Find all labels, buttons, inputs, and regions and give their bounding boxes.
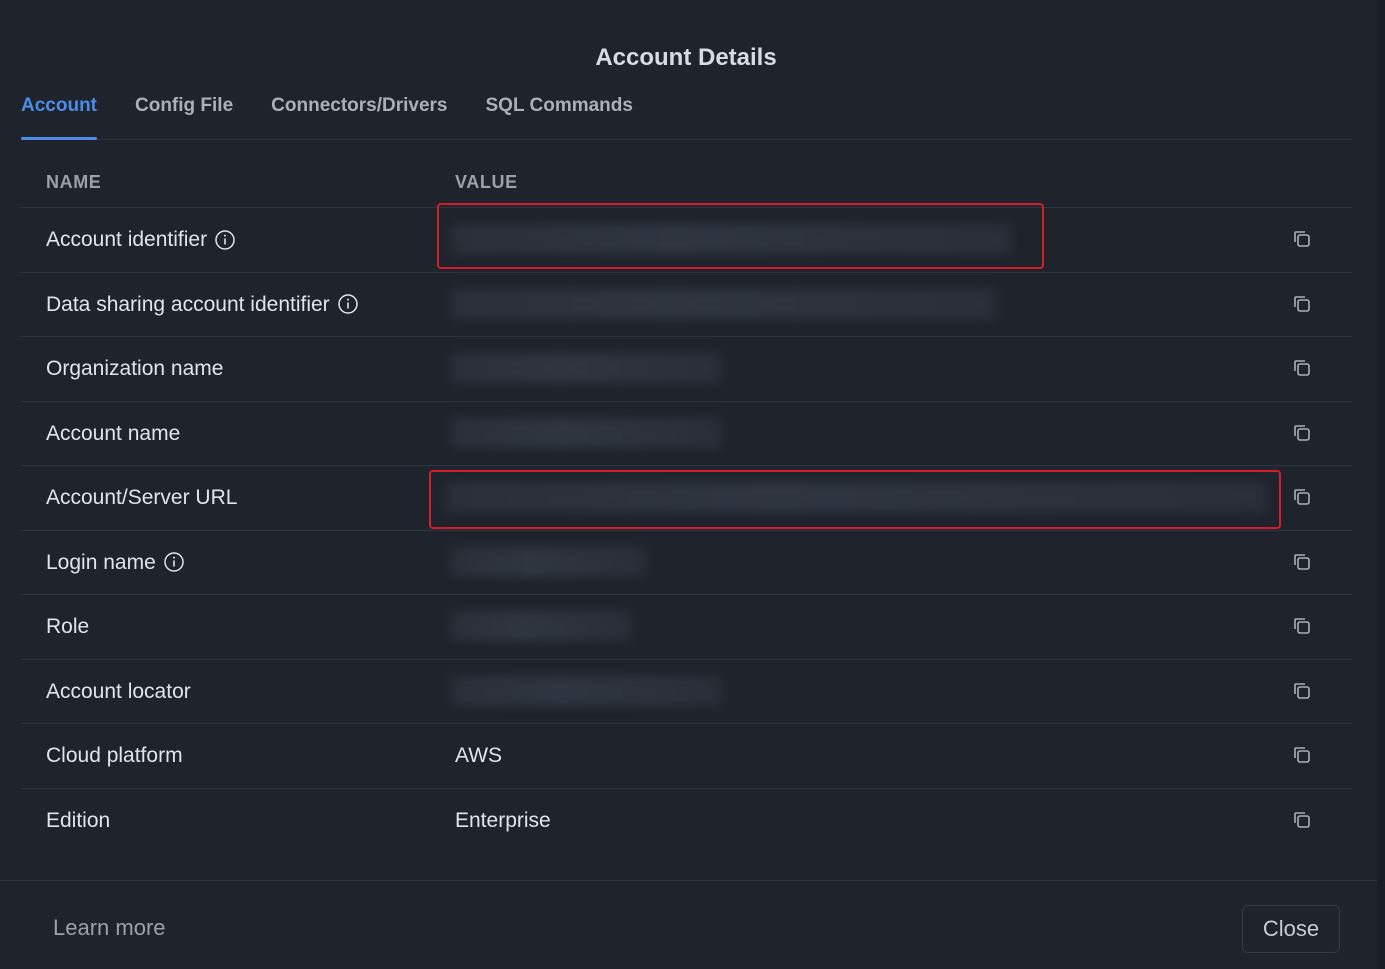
table-row: Edition Enterprise: [21, 789, 1352, 853]
column-header-value: VALUE: [455, 172, 518, 192]
row-name-cell: Organization name: [46, 337, 223, 400]
close-button[interactable]: Close: [1242, 905, 1340, 953]
tab-connectors-drivers[interactable]: Connectors/Drivers: [271, 84, 447, 139]
table-header: NAME VALUE: [21, 150, 1352, 208]
row-label: Login name: [46, 550, 156, 574]
tab-config-file[interactable]: Config File: [135, 84, 233, 139]
account-details-dialog: Account Details Account Config File Conn…: [0, 0, 1385, 969]
copy-icon[interactable]: [1292, 810, 1312, 830]
row-label: Account name: [46, 421, 181, 445]
row-label: Cloud platform: [46, 744, 183, 767]
table-row: Account locator: [21, 660, 1352, 724]
redacted-value: [451, 546, 646, 577]
learn-more-link[interactable]: Learn more: [53, 915, 166, 941]
row-name-cell: Account/Server URL: [46, 466, 237, 529]
row-name-cell: Account name: [46, 402, 180, 465]
row-value: AWS: [455, 744, 503, 767]
row-label: Organization name: [46, 357, 224, 380]
row-label: Role: [46, 615, 90, 638]
redacted-value: [451, 675, 721, 706]
row-label: Data sharing account identifier: [46, 292, 330, 316]
table-row: Account identifier: [21, 203, 1352, 273]
table-row: Login name: [21, 531, 1352, 595]
copy-icon[interactable]: [1292, 229, 1312, 249]
table-row: Organization name: [21, 337, 1352, 402]
copy-icon[interactable]: [1292, 487, 1312, 507]
row-name-cell: Edition: [46, 789, 110, 852]
account-details-table: NAME VALUE Account identifier Data shari…: [21, 150, 1352, 852]
row-name-cell: Account identifier: [46, 208, 235, 271]
table-row: Cloud platform AWS: [21, 724, 1352, 789]
row-label: Account/Server URL: [46, 486, 238, 509]
table-row: Role: [21, 595, 1352, 660]
dialog-title: Account Details: [595, 44, 777, 71]
tab-bar: Account Config File Connectors/Drivers S…: [21, 84, 1352, 140]
copy-icon[interactable]: [1292, 745, 1312, 765]
table-row: Data sharing account identifier: [21, 273, 1352, 337]
copy-icon[interactable]: [1292, 616, 1312, 636]
table-row: Account name: [21, 402, 1352, 466]
scrollbar-track[interactable]: [1377, 0, 1385, 969]
copy-icon[interactable]: [1292, 552, 1312, 572]
row-label: Account identifier: [46, 228, 208, 251]
redacted-value: [451, 353, 721, 383]
row-name-cell: Data sharing account identifier: [46, 273, 358, 336]
redacted-value: [451, 611, 631, 641]
row-name-cell: Account locator: [46, 660, 191, 723]
dialog-footer: Learn more Close: [0, 880, 1377, 969]
redacted-value: [451, 288, 996, 319]
row-label: Account locator: [46, 679, 191, 703]
info-circle-icon[interactable]: [215, 229, 235, 250]
tab-account[interactable]: Account: [21, 84, 97, 140]
info-circle-icon[interactable]: [164, 552, 184, 572]
info-circle-icon[interactable]: [337, 294, 358, 314]
row-name-cell: Login name: [46, 531, 184, 594]
copy-icon[interactable]: [1292, 358, 1312, 378]
row-value: Enterprise: [455, 808, 551, 832]
copy-icon[interactable]: [1292, 423, 1312, 443]
highlight-box: [429, 470, 1281, 529]
row-name-cell: Role: [46, 595, 89, 658]
redacted-value: [451, 417, 721, 448]
tab-sql-commands[interactable]: SQL Commands: [486, 84, 633, 139]
table-row: Account/Server URL: [21, 466, 1352, 531]
highlight-box: [437, 203, 1044, 269]
copy-icon[interactable]: [1292, 681, 1312, 701]
row-name-cell: Cloud platform: [46, 724, 183, 787]
column-header-name: NAME: [46, 172, 102, 192]
row-label: Edition: [46, 808, 111, 832]
copy-icon[interactable]: [1292, 294, 1312, 314]
